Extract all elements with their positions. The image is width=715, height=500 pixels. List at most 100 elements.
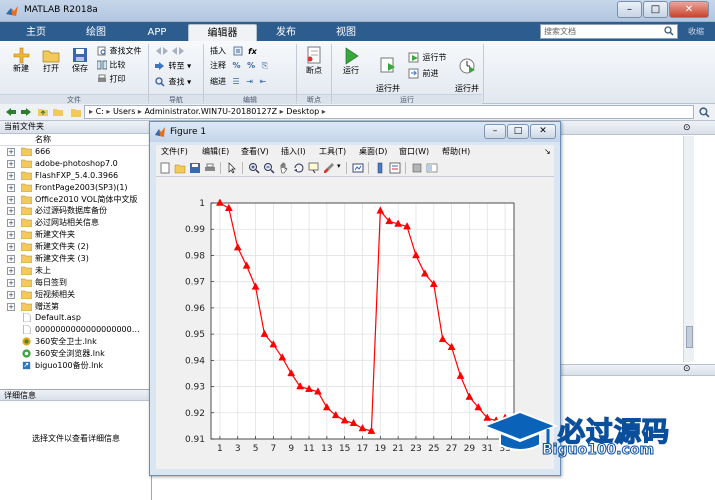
expand-toggle-icon[interactable]: + [7,219,15,228]
file-row[interactable]: + adobe-photoshop7.0 [0,158,151,170]
menu-window[interactable]: 窗口(W) [399,145,429,159]
tab-apps[interactable]: APP [127,24,187,41]
expand-toggle-icon[interactable]: + [7,243,15,252]
menu-tools[interactable]: 工具(T) [319,145,346,159]
close-button[interactable]: ✕ [669,1,709,18]
save-button[interactable]: 保存 [67,46,93,74]
path-search-icon[interactable] [699,107,710,118]
file-row[interactable]: + 新建文件夹 [0,229,151,241]
find-files-button[interactable]: 查找文件 [97,46,142,57]
expand-toggle-icon[interactable]: + [7,302,15,311]
expand-toggle-icon[interactable]: + [7,195,15,204]
path-part-drive[interactable]: C: [96,107,104,116]
file-row[interactable]: + 新建文件夹 (3) [0,253,151,265]
expand-toggle-icon[interactable]: + [7,183,15,192]
pan-icon[interactable] [278,162,290,174]
brush-icon[interactable] [323,162,335,174]
search-icon[interactable] [664,26,674,36]
advance-button[interactable]: 前进 [408,68,439,79]
expand-toggle-icon[interactable]: + [7,266,15,275]
menu-dock-icon[interactable]: ↘ [544,145,551,159]
figure-maximize-button[interactable]: □ [507,124,529,139]
colorbar-icon[interactable] [374,162,386,174]
print-button[interactable]: 打印 [97,74,126,85]
menu-file[interactable]: 文件(F) [161,145,188,159]
file-row[interactable]: +666 [0,146,151,158]
expand-toggle-icon[interactable]: + [7,159,15,168]
expand-toggle-icon[interactable]: + [7,290,15,299]
tab-view[interactable]: 视图 [316,24,376,41]
address-path[interactable]: ▸ C: ▸ Users ▸ Administrator.WIN7U-20180… [84,105,694,119]
breakpoints-button[interactable]: 断点 [302,46,326,76]
forward-arrow-icon[interactable] [20,107,32,117]
file-row[interactable]: + FlashFXP_5.4.0.3966 [0,170,151,182]
run-button[interactable]: 运行 [338,46,364,76]
name-column-header[interactable]: 名称 [0,134,151,146]
expand-toggle-icon[interactable]: + [7,255,15,264]
find-button[interactable]: 查找 ▾ [154,77,191,88]
path-part-user[interactable]: Administrator.WIN7U-20180127Z [144,107,277,116]
zoom-in-icon[interactable] [248,162,260,174]
file-row[interactable]: + 短视频相关 [0,289,151,301]
file-row[interactable]: + 未上 [0,265,151,277]
panel-menu-icon[interactable]: ⊙ [683,123,691,133]
collapse-ribbon-button[interactable]: 收缩 [682,24,710,39]
menu-view[interactable]: 查看(V) [241,145,269,159]
maximize-button[interactable]: □ [643,1,668,18]
print-figure-icon[interactable] [204,162,216,174]
hide-plot-tools-icon[interactable] [411,162,423,174]
fx-button[interactable]: fx [248,47,257,56]
new-figure-icon[interactable] [159,162,171,174]
path-part-desktop[interactable]: Desktop [286,107,319,116]
file-row[interactable]: + 必过源码数据库备份 [0,205,151,217]
back-forward-buttons[interactable] [154,46,184,59]
brush-dropdown-icon[interactable]: ▾ [337,162,341,170]
figure-close-button[interactable]: ✕ [530,124,556,139]
search-docs-input[interactable]: 搜索文档 [540,24,678,39]
menu-insert[interactable]: 插入(I) [281,145,306,159]
file-row[interactable]: + Office2010 VOL简体中文版 [0,194,151,206]
open-file-icon[interactable] [174,162,186,174]
expand-toggle-icon[interactable]: + [7,207,15,216]
menu-edit[interactable]: 编辑(E) [202,145,229,159]
comment-button[interactable]: 注释 % % ⎘ [210,61,268,71]
tab-plots[interactable]: 绘图 [66,24,126,41]
command-panel-menu-icon[interactable]: ⊙ [683,364,691,374]
insert-button[interactable]: 插入 fx [210,46,257,57]
file-row[interactable]: 0000000000000000000… [0,324,151,336]
scrollbar-thumb[interactable] [686,326,693,348]
file-row[interactable]: + 每日签到 [0,277,151,289]
menu-desktop[interactable]: 桌面(D) [359,145,387,159]
menu-help[interactable]: 帮助(H) [442,145,470,159]
file-row[interactable]: + 新建文件夹 (2) [0,241,151,253]
goto-button[interactable]: 转至 ▾ [154,61,191,72]
compare-button[interactable]: 比较 [96,60,126,71]
expand-toggle-icon[interactable]: + [7,148,15,156]
link-plot-icon[interactable] [352,162,364,174]
file-row[interactable]: + FrontPage2003(SP3)(1) [0,182,151,194]
tab-editor[interactable]: 编辑器 [188,24,257,41]
path-part-users[interactable]: Users [113,107,135,116]
figure-minimize-button[interactable]: – [484,124,506,139]
file-row[interactable]: + 赠送第 [0,301,151,313]
expand-toggle-icon[interactable]: + [7,278,15,287]
save-figure-icon[interactable] [189,162,201,174]
file-row[interactable]: Default.asp [0,312,151,324]
new-button[interactable]: 新建 [8,46,34,74]
up-folder-icon[interactable] [37,107,49,117]
legend-icon[interactable] [389,162,401,174]
show-plot-tools-icon[interactable] [426,162,438,174]
tab-publish[interactable]: 发布 [258,24,314,41]
rotate-3d-icon[interactable] [293,162,305,174]
file-row[interactable]: 360安全卫士.lnk [0,336,151,348]
file-row[interactable]: 360安全浏览器.lnk [0,348,151,360]
browse-folder-icon[interactable] [52,107,64,117]
data-cursor-icon[interactable] [308,162,320,174]
expand-toggle-icon[interactable]: + [7,171,15,180]
indent-button[interactable]: 缩进 ☰ ⇥ ⇤ [210,77,266,87]
expand-toggle-icon[interactable]: + [7,231,15,240]
figure-title-bar[interactable]: Figure 1 – □ ✕ [150,122,560,142]
file-row[interactable]: + 必过网站相关信息 [0,217,151,229]
back-arrow-icon[interactable] [5,107,17,117]
open-button[interactable]: 打开 [38,46,64,74]
